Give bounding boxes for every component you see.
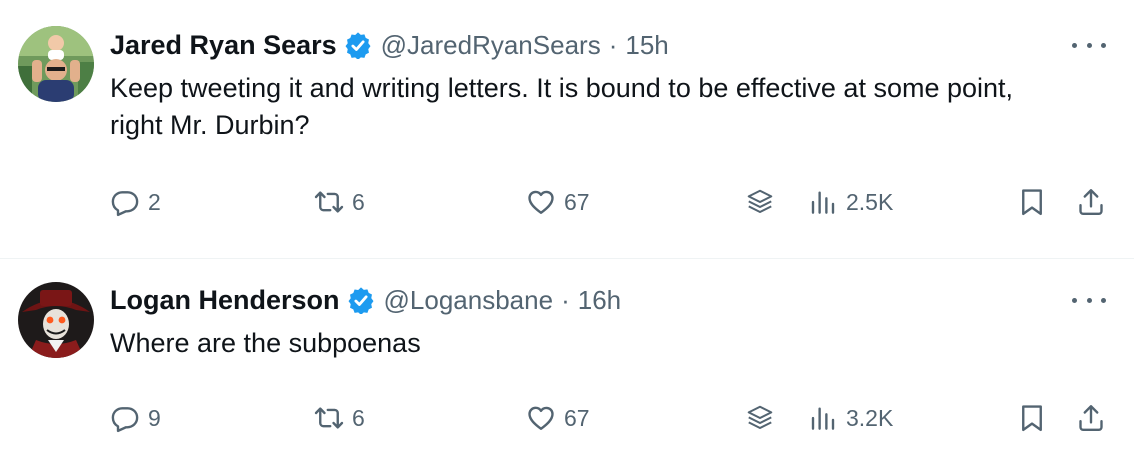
separator-dot: ·	[608, 29, 618, 60]
reply-button[interactable]: 2	[110, 182, 161, 222]
author-name[interactable]: Jared Ryan Sears	[110, 30, 337, 61]
grok-button[interactable]	[745, 182, 775, 222]
view-count: 3.2K	[846, 404, 894, 431]
more-icon[interactable]	[1072, 290, 1106, 310]
heart-icon	[528, 406, 554, 430]
tweet-text: Keep tweeting it and writing letters. It…	[110, 73, 1014, 140]
share-button[interactable]	[1076, 182, 1106, 222]
tweet-header: Jared Ryan Sears @JaredRyanSears · 15h	[110, 28, 669, 62]
views-icon	[811, 407, 835, 430]
reply-icon	[111, 191, 139, 217]
retweet-button[interactable]: 6	[314, 182, 365, 222]
timestamp[interactable]: 16h	[578, 285, 621, 316]
like-count: 67	[564, 404, 590, 431]
share-icon	[1079, 405, 1103, 431]
reply-count: 2	[148, 188, 161, 215]
grok-button[interactable]	[745, 398, 775, 438]
avatar-image	[18, 282, 94, 358]
author-handle[interactable]: @JaredRyanSears	[381, 30, 601, 61]
views-button[interactable]: 3.2K	[808, 398, 893, 438]
like-count: 67	[564, 188, 590, 215]
bookmark-button[interactable]	[1017, 182, 1047, 222]
reply-button[interactable]: 9	[110, 398, 161, 438]
action-bar: 2 6 67 2.5K	[0, 182, 1134, 222]
reply-count: 9	[148, 404, 161, 431]
timestamp[interactable]: 15h	[625, 30, 668, 61]
tweet-feed: Jared Ryan Sears @JaredRyanSears · 15h K…	[0, 0, 1134, 470]
avatar[interactable]	[18, 26, 94, 102]
separator-dot: ·	[561, 284, 570, 315]
verified-badge-icon	[348, 287, 373, 314]
bookmark-button[interactable]	[1017, 398, 1047, 438]
retweet-icon	[314, 191, 344, 213]
tweet-header: Logan Henderson @Logansbane · 16h	[110, 283, 621, 317]
heart-icon	[528, 190, 554, 214]
bookmark-icon	[1022, 405, 1042, 432]
share-icon	[1079, 189, 1103, 215]
avatar-image	[18, 26, 94, 102]
author-handle[interactable]: @Logansbane	[384, 285, 554, 316]
tweet[interactable]: Logan Henderson @Logansbane · 16h Where …	[0, 259, 1134, 470]
grok-stack-icon	[747, 189, 773, 213]
view-count: 2.5K	[846, 188, 894, 215]
like-button[interactable]: 67	[526, 398, 590, 438]
tweet[interactable]: Jared Ryan Sears @JaredRyanSears · 15h K…	[0, 0, 1134, 259]
bookmark-icon	[1022, 189, 1042, 216]
retweet-button[interactable]: 6	[314, 398, 365, 438]
verified-badge-icon	[345, 32, 371, 59]
author-name[interactable]: Logan Henderson	[110, 285, 340, 316]
retweet-count: 6	[352, 188, 365, 215]
views-icon	[811, 191, 835, 214]
action-bar: 9 6 67 3.2K	[0, 398, 1134, 438]
views-button[interactable]: 2.5K	[808, 182, 893, 222]
like-button[interactable]: 67	[526, 182, 590, 222]
avatar[interactable]	[18, 282, 94, 358]
more-icon[interactable]	[1072, 35, 1106, 55]
share-button[interactable]	[1076, 398, 1106, 438]
tweet-text: Where are the subpoenas	[110, 328, 421, 358]
retweet-icon	[314, 407, 344, 429]
retweet-count: 6	[352, 404, 365, 431]
grok-stack-icon	[747, 405, 773, 429]
reply-icon	[111, 407, 139, 433]
